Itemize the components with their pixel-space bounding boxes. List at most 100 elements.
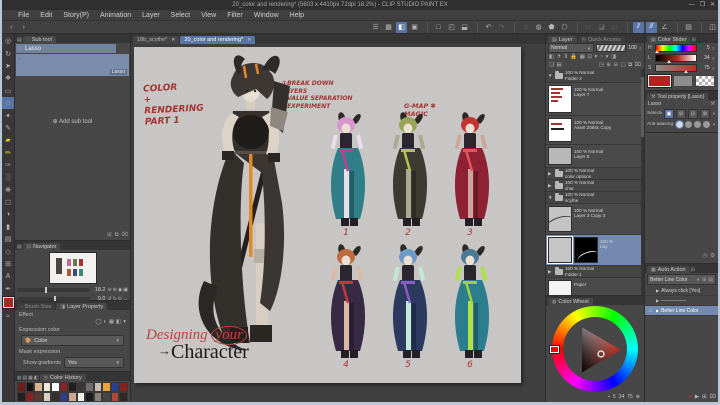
tool-brush[interactable]: ✑ [2, 159, 14, 171]
history-swatch-1-10[interactable] [102, 392, 111, 402]
menu-item-view[interactable]: View [201, 12, 216, 19]
tab-navigator[interactable]: ⊡ Navigator [22, 243, 61, 250]
chevron-right-icon[interactable]: ▶ [656, 298, 659, 303]
screen-preview-icon[interactable]: ▣ [409, 22, 420, 33]
layer-panel-icon[interactable]: ▤ [683, 22, 694, 33]
layer-row-color-options[interactable]: ▶ 100 % Normal color options [546, 168, 642, 180]
tab-tool-property[interactable]: ⚒ Tool property [Lasso] [647, 93, 708, 100]
sub-tool-item-lasso[interactable]: ◌ Lasso [16, 44, 116, 53]
grid-c-icon[interactable]: ▭ [609, 22, 620, 33]
tool-auto-select[interactable]: ✦ [2, 109, 14, 121]
tab-color-wheel[interactable]: ◍ Color Wheel [548, 298, 593, 305]
aa-none-icon[interactable] [675, 120, 685, 129]
tab-layer-property[interactable]: ◨ Layer Property [56, 303, 108, 310]
layer-row-layer-7[interactable]: 100 % Normal Layer 7 [546, 83, 642, 116]
workspace-icon[interactable]: ▦ [383, 22, 394, 33]
tool-move-layer[interactable]: ❖ [2, 72, 14, 84]
border-effect-icon[interactable]: ◯ [95, 319, 101, 325]
tab-color-slider[interactable]: ▤ Color Slider [647, 36, 691, 43]
layer-mask-thumbnail[interactable] [574, 237, 598, 263]
wrench-icon[interactable]: ⚒ [711, 101, 715, 107]
layer-thumbnail[interactable] [548, 118, 572, 142]
expand-icon[interactable]: ⊕ [636, 394, 640, 400]
minimize-button[interactable]: — [689, 0, 695, 10]
tab-sub-tool[interactable]: ◌ Sub tool [22, 36, 56, 43]
history-swatch-0-5[interactable] [59, 382, 69, 392]
history-swatch-1-6[interactable] [68, 392, 77, 402]
layer-row-layer-8[interactable]: 100 % Normal Layer 8 [546, 145, 642, 168]
foreground-color-swatch[interactable] [2, 296, 15, 310]
tool-marker[interactable]: ▰ [2, 134, 14, 146]
layer-thumbnail[interactable] [547, 236, 573, 264]
auto-action-item-0[interactable]: ▶ Always click [Yes] [645, 286, 718, 296]
tool-figure[interactable]: ◇ [2, 246, 14, 258]
layer-ctrl-icon-9[interactable]: ◨ [611, 54, 616, 60]
stepper-icon[interactable]: ⇕ [712, 46, 715, 51]
nav-forward-icon[interactable]: › [19, 22, 30, 33]
save-file-icon[interactable]: ⬓ [459, 22, 470, 33]
layer-thumbnail[interactable] [548, 206, 572, 232]
navigator-thumbnail[interactable] [48, 252, 97, 284]
color-profile-icon[interactable]: ◧ [396, 21, 407, 33]
blend-mode-select[interactable]: Normal ▼ [548, 43, 594, 53]
collapse-icon[interactable]: ⊟ [691, 267, 695, 273]
layer-row-lay[interactable]: 100 % Lay [546, 235, 642, 266]
new-file-icon[interactable]: □ [433, 22, 444, 33]
history-swatch-1-11[interactable] [110, 392, 120, 402]
tool-eraser[interactable]: ◻ [2, 196, 14, 208]
layer-action-icon-0[interactable]: ❏ [549, 62, 554, 68]
new-subtool-icon[interactable]: ⊞ [107, 232, 112, 239]
canvas-paper[interactable]: COLOR + RENDERING PART 1 ①BREAK DOWN LAY… [134, 47, 521, 383]
history-swatch-0-4[interactable] [51, 382, 60, 392]
title-bar[interactable]: 20_color and rendering* (5603 x 4410px 7… [2, 0, 718, 10]
play-icon[interactable]: ▶ [695, 394, 699, 400]
layer-row-layer-3-copy-3[interactable]: 100 % Normal Layer 3 Copy 3 [546, 204, 642, 235]
add-sub-tool-button[interactable]: ⊕ Add sub tool [15, 118, 130, 125]
settings-icon[interactable]: ◫ [707, 22, 718, 33]
nav-back-icon[interactable]: ‹ [6, 22, 17, 33]
color-set-tab-icon[interactable]: ▦ [28, 375, 33, 381]
chevron-right-icon[interactable]: ▶ [548, 183, 553, 189]
layer-row-char[interactable]: ▶ 100 % Normal char [546, 180, 642, 192]
main-menu-icon[interactable]: ☰ [370, 22, 381, 33]
history-swatch-1-3[interactable] [42, 392, 52, 402]
chevron-down-icon[interactable]: ▼ [548, 195, 553, 200]
hue-marker[interactable] [549, 345, 560, 354]
history-swatch-1-5[interactable] [59, 392, 69, 402]
main-color-swatch[interactable] [646, 74, 673, 88]
history-swatch-1-2[interactable] [34, 392, 43, 402]
tool-eyedropper[interactable]: ✒ [2, 283, 14, 295]
layer-thumbnail[interactable] [548, 85, 572, 113]
sub-tool-card-lasso[interactable]: ◌ Lasso [16, 54, 129, 76]
tab-auto-action[interactable]: ▦ Auto Action [647, 266, 690, 273]
menu-item-file[interactable]: File [18, 12, 29, 19]
layer-ctrl-icon-0[interactable]: ◧ [549, 54, 554, 60]
color-wheel-tab-icon[interactable]: ◍ [17, 375, 21, 381]
zoom-in-icon[interactable]: ⊕ [113, 287, 117, 293]
history-swatch-0-8[interactable] [85, 382, 94, 392]
layer-ctrl-icon-3[interactable]: 🔒 [570, 54, 577, 60]
actual-size-icon[interactable]: ▣ [123, 287, 128, 293]
layer-ctrl-icon-2[interactable]: ⊼ [564, 54, 568, 60]
history-clock-icon[interactable]: ◷ [702, 253, 707, 259]
menu-item-storyp[interactable]: Story(P) [63, 12, 89, 19]
panel-menu-icon[interactable]: ▤ [17, 37, 22, 43]
history-swatch-0-2[interactable] [34, 382, 43, 392]
menu-item-filter[interactable]: Filter [227, 12, 243, 19]
grid-a-icon[interactable]: ▱ [583, 22, 594, 33]
selection-multiply-icon[interactable]: ⊠ [700, 108, 711, 119]
layer-row-scythe[interactable]: ▼ 100 % Normal scythe [546, 192, 642, 204]
tool-blend[interactable]: ◑ [2, 208, 14, 220]
grid-b-icon[interactable]: ◪ [596, 22, 607, 33]
menu-item-animation[interactable]: Animation [100, 12, 131, 19]
history-swatch-0-9[interactable] [93, 382, 103, 392]
redo-icon[interactable]: ↷ [496, 22, 507, 33]
close-tab-icon[interactable]: ✕ [247, 37, 251, 43]
layer-color-icon[interactable]: ◧ [116, 319, 121, 325]
transparent-color-swatch[interactable] [695, 75, 715, 87]
tab-color-history[interactable]: ◷ Color History [39, 374, 86, 381]
layer-ctrl-icon-8[interactable]: ▾ [606, 54, 609, 60]
history-swatch-0-0[interactable] [17, 382, 26, 392]
sv-triangle[interactable] [563, 318, 627, 382]
tool-pencil[interactable]: ✏ [2, 147, 14, 159]
